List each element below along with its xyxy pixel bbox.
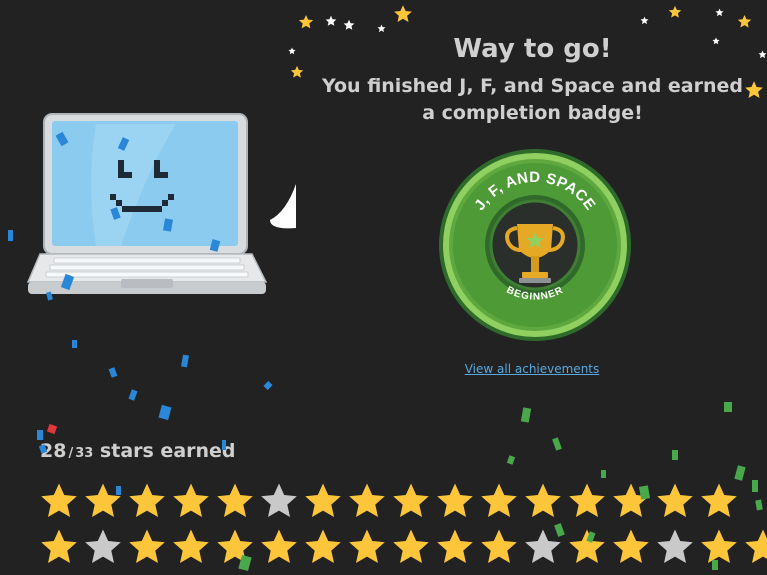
confetti-piece [601,470,606,478]
confetti-piece [552,437,562,451]
star-filled-icon [611,528,655,568]
star-filled-icon [127,482,171,522]
star-filled-icon [435,482,479,522]
star-filled-icon [171,528,215,568]
confetti-piece [712,560,718,570]
confetti-piece [222,440,226,450]
star-filled-icon [303,528,347,568]
star-row-2 [39,528,767,568]
sparkle-star-icon [668,4,682,18]
completion-screen: Way to go! You finished J, F, and Space … [0,0,767,575]
star-filled-icon [743,528,767,568]
completion-badge: J, F, AND SPACE BEGINNER [439,149,631,341]
star-filled-icon [699,528,743,568]
star-empty-icon [259,482,303,522]
star-filled-icon [391,528,435,568]
confetti-piece [755,499,763,511]
star-filled-icon [39,528,83,568]
confetti-piece [158,404,172,421]
confetti-piece [672,450,678,460]
star-filled-icon [39,482,83,522]
sparkle-star-icon [343,16,355,30]
sparkle-star-icon [288,40,296,55]
star-filled-icon [215,482,259,522]
confetti-piece [8,230,13,241]
stars-total-count: 33 [75,446,94,461]
star-filled-icon [655,482,699,522]
page-title: Way to go! [453,34,612,64]
star-filled-icon [435,528,479,568]
sparkle-star-icon [298,14,314,30]
confetti-piece [181,354,189,368]
confetti-piece [108,367,118,378]
star-filled-icon [391,482,435,522]
speech-bubble [270,184,296,229]
star-filled-icon [523,482,567,522]
confetti-piece [116,486,121,495]
confetti-piece [46,423,58,435]
confetti-piece [238,554,252,572]
stars-earned-label: stars earned [99,440,236,462]
view-all-achievements-link[interactable]: View all achievements [440,362,624,376]
star-filled-icon [127,528,171,568]
star-filled-icon [479,528,523,568]
confetti-piece [128,389,138,401]
star-filled-icon [347,482,391,522]
confetti-piece [752,480,758,492]
star-filled-icon [303,482,347,522]
stars-earned-summary: 28/33 stars earned [40,440,236,462]
star-empty-icon [655,528,699,568]
star-empty-icon [83,528,127,568]
completion-message: You finished J, F, and Space and earned … [300,73,765,127]
sparkle-star-icon [715,2,724,17]
star-row-1 [39,482,743,522]
sparkle-star-icon [393,4,413,24]
confetti-piece [506,455,516,465]
completion-message-line2: a completion badge! [422,102,643,124]
confetti-piece [520,407,532,423]
sparkle-star-icon [737,14,752,29]
sparkle-star-icon [325,12,337,26]
star-filled-icon [479,482,523,522]
star-filled-icon [567,482,611,522]
confetti-piece [37,430,43,440]
star-filled-icon [171,482,215,522]
confetti-piece [734,465,746,481]
star-filled-icon [259,528,303,568]
confetti-piece [263,380,273,391]
star-filled-icon [347,528,391,568]
sparkle-star-icon [640,10,649,25]
star-filled-icon [699,482,743,522]
completion-message-line1: You finished J, F, and Space and earned [321,75,743,97]
confetti-piece [72,340,77,348]
star-filled-icon [215,528,259,568]
stars-separator: / [68,446,74,461]
sparkle-star-icon [377,18,386,33]
confetti-piece [724,402,732,412]
